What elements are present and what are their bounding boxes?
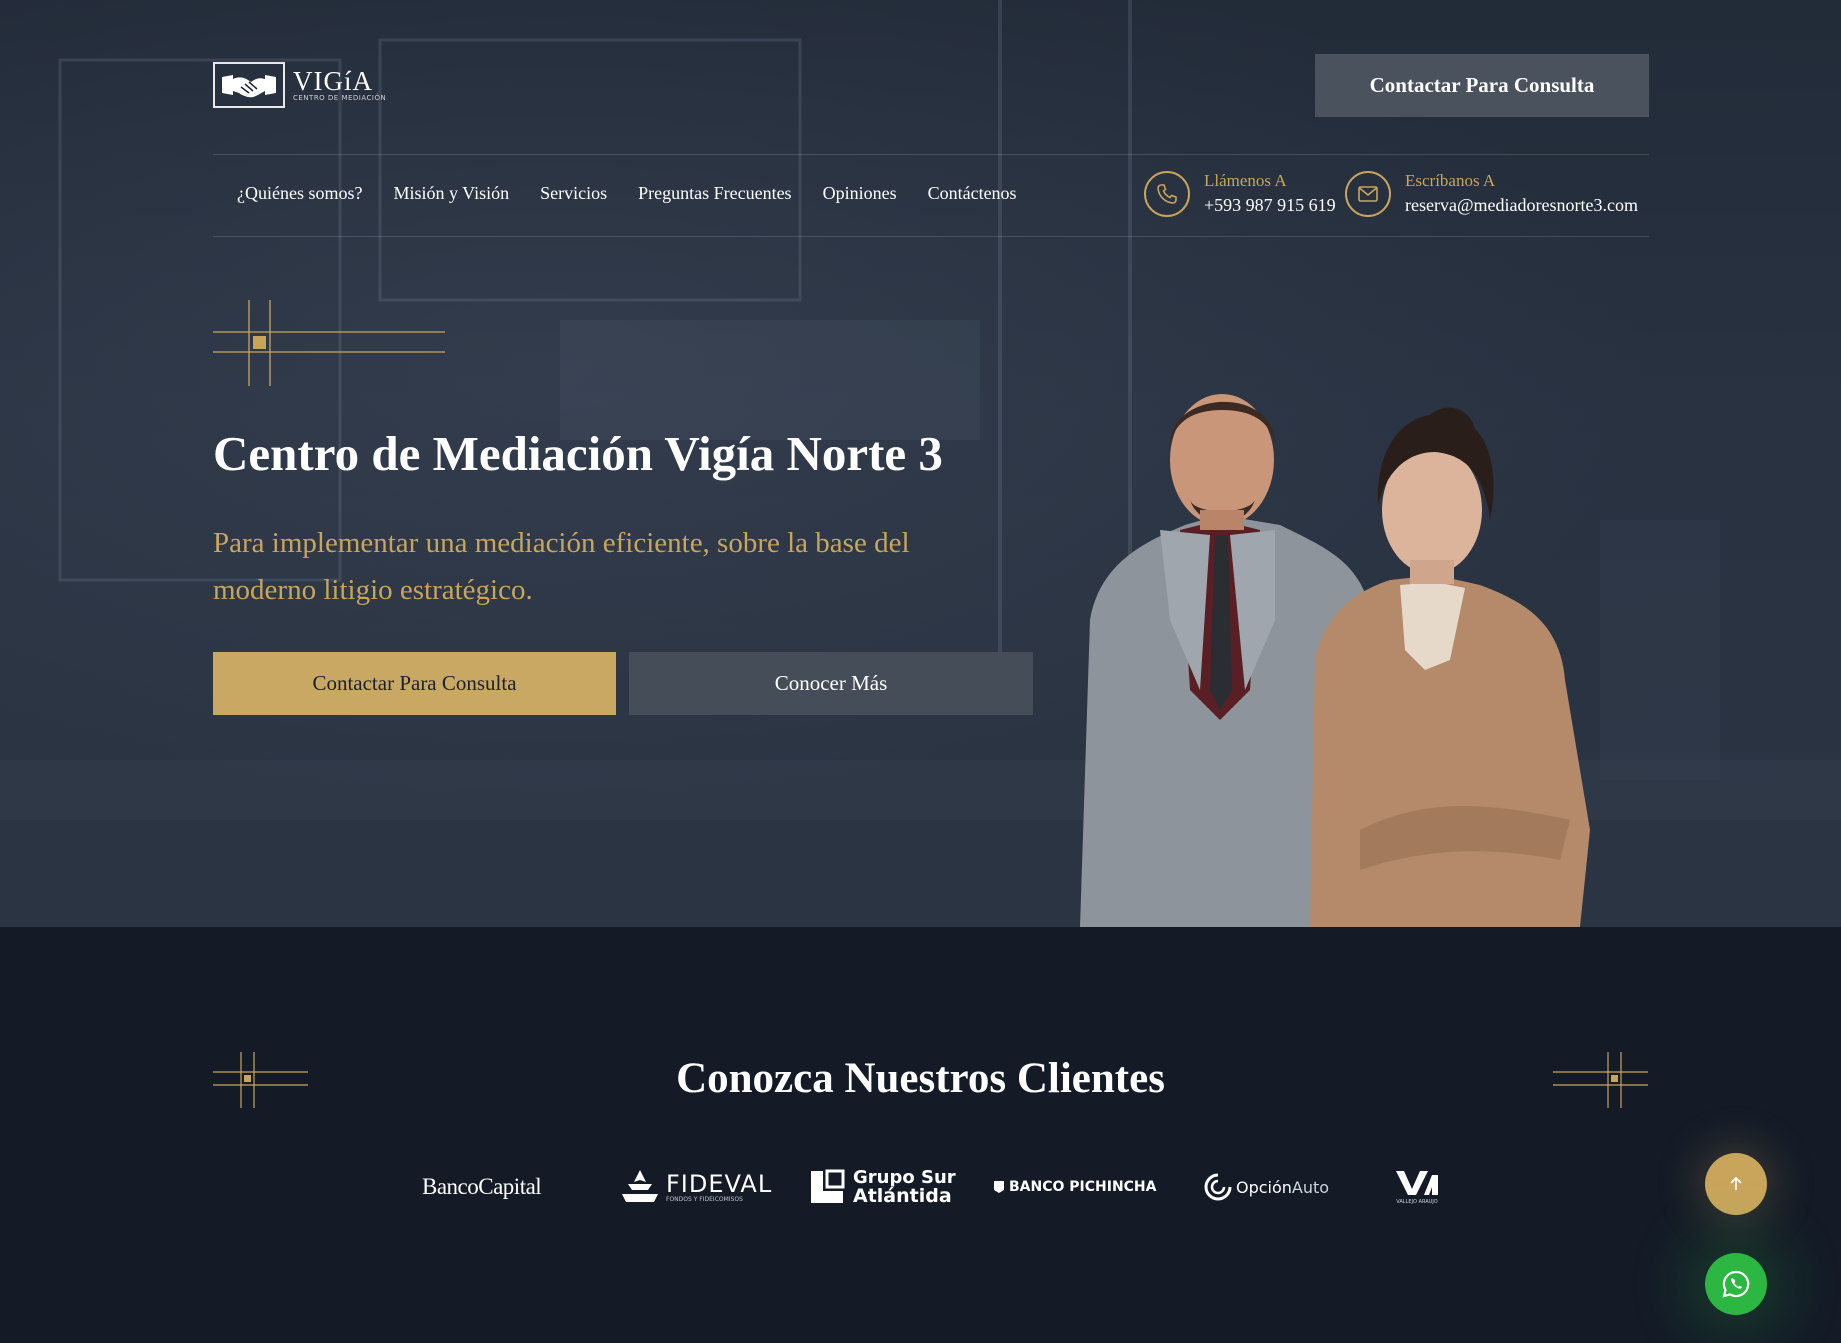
pichincha-icon xyxy=(994,1181,1004,1193)
client-logo-grupo-sur-atlantida: Grupo Sur Atlántida xyxy=(809,1167,956,1207)
nav-item-mision-vision[interactable]: Misión y Visión xyxy=(393,183,509,204)
phone-icon xyxy=(1144,171,1190,217)
hero-subtitle: Para implementar una mediación eficiente… xyxy=(213,527,910,606)
grupo-sur-icon xyxy=(811,1169,845,1203)
contact-email[interactable]: Escríbanos A reserva@mediadoresnorte3.co… xyxy=(1345,170,1638,218)
phone-label: Llámenos A xyxy=(1204,171,1287,190)
hero-learn-more-button[interactable]: Conocer Más xyxy=(629,652,1033,715)
clients-section: Conozca Nuestros Clientes BancoCapital F… xyxy=(0,927,1841,1343)
email-address[interactable]: reserva@mediadoresnorte3.com xyxy=(1405,192,1638,218)
header-divider-top xyxy=(213,154,1649,155)
mail-icon xyxy=(1345,171,1391,217)
va-monogram-icon xyxy=(1396,1171,1438,1195)
client-logo-vallejo-araujo: VALLEJO ARAUJO xyxy=(1394,1167,1440,1207)
scroll-to-top-button[interactable] xyxy=(1705,1153,1767,1215)
email-label: Escríbanos A xyxy=(1405,171,1496,190)
opcionauto-icon xyxy=(1204,1173,1232,1201)
client-logo-subtext: FONDOS Y FIDEICOMISOS xyxy=(666,1195,743,1203)
client-logo-text: FIDEVAL xyxy=(666,1169,773,1198)
client-logo-text: BancoCapital xyxy=(422,1174,542,1199)
mediators-photo xyxy=(1080,394,1590,927)
hero-section: VIGíA CENTRO DE MEDIACIÓN Contactar Para… xyxy=(0,0,1841,927)
contact-phone[interactable]: Llámenos A +593 987 915 619 xyxy=(1144,170,1336,218)
client-logo-bancocapital: BancoCapital xyxy=(422,1167,542,1207)
header-contact-button[interactable]: Contactar Para Consulta xyxy=(1315,54,1649,117)
main-nav: ¿Quiénes somos? Misión y Visión Servicio… xyxy=(237,183,1017,204)
brand-name: VIGíA xyxy=(293,66,373,96)
client-logo-subtext: VALLEJO ARAUJO xyxy=(1396,1199,1438,1205)
handshake-icon xyxy=(213,62,285,108)
hero-title: Centro de Mediación Vigía Norte 3 xyxy=(213,426,943,481)
nav-item-quienes-somos[interactable]: ¿Quiénes somos? xyxy=(237,183,362,204)
client-logo-text: BANCO PICHINCHA xyxy=(1009,1179,1157,1195)
nav-item-servicios[interactable]: Servicios xyxy=(540,183,607,204)
nav-item-contactenos[interactable]: Contáctenos xyxy=(928,183,1017,204)
site-logo[interactable]: VIGíA CENTRO DE MEDIACIÓN xyxy=(213,62,386,108)
phone-number[interactable]: +593 987 915 619 xyxy=(1204,192,1336,218)
arrow-up-icon xyxy=(1730,1176,1742,1190)
whatsapp-icon xyxy=(1722,1270,1750,1298)
clients-title: Conozca Nuestros Clientes xyxy=(676,1055,1165,1102)
nav-item-opiniones[interactable]: Opiniones xyxy=(823,183,897,204)
brand-tagline: CENTRO DE MEDIACIÓN xyxy=(293,94,387,102)
client-logo-text-line2: Auto xyxy=(1291,1177,1330,1197)
client-logo-fideval: FIDEVAL FONDOS Y FIDEICOMISOS xyxy=(620,1167,772,1207)
nav-item-preguntas-frecuentes[interactable]: Preguntas Frecuentes xyxy=(638,183,791,204)
hero-contact-button[interactable]: Contactar Para Consulta xyxy=(213,652,616,715)
client-logo-text-line2: Atlántida xyxy=(853,1185,952,1207)
whatsapp-button[interactable] xyxy=(1705,1253,1767,1315)
client-logo-opcionauto: OpciónAuto xyxy=(1203,1167,1329,1207)
header-divider-bottom xyxy=(213,236,1649,237)
client-logo-banco-pichincha: BANCO PICHINCHA xyxy=(993,1167,1157,1207)
client-logo-text: Opción xyxy=(1236,1177,1292,1197)
decorative-crosshair xyxy=(213,300,445,386)
fideval-icon xyxy=(622,1170,658,1202)
